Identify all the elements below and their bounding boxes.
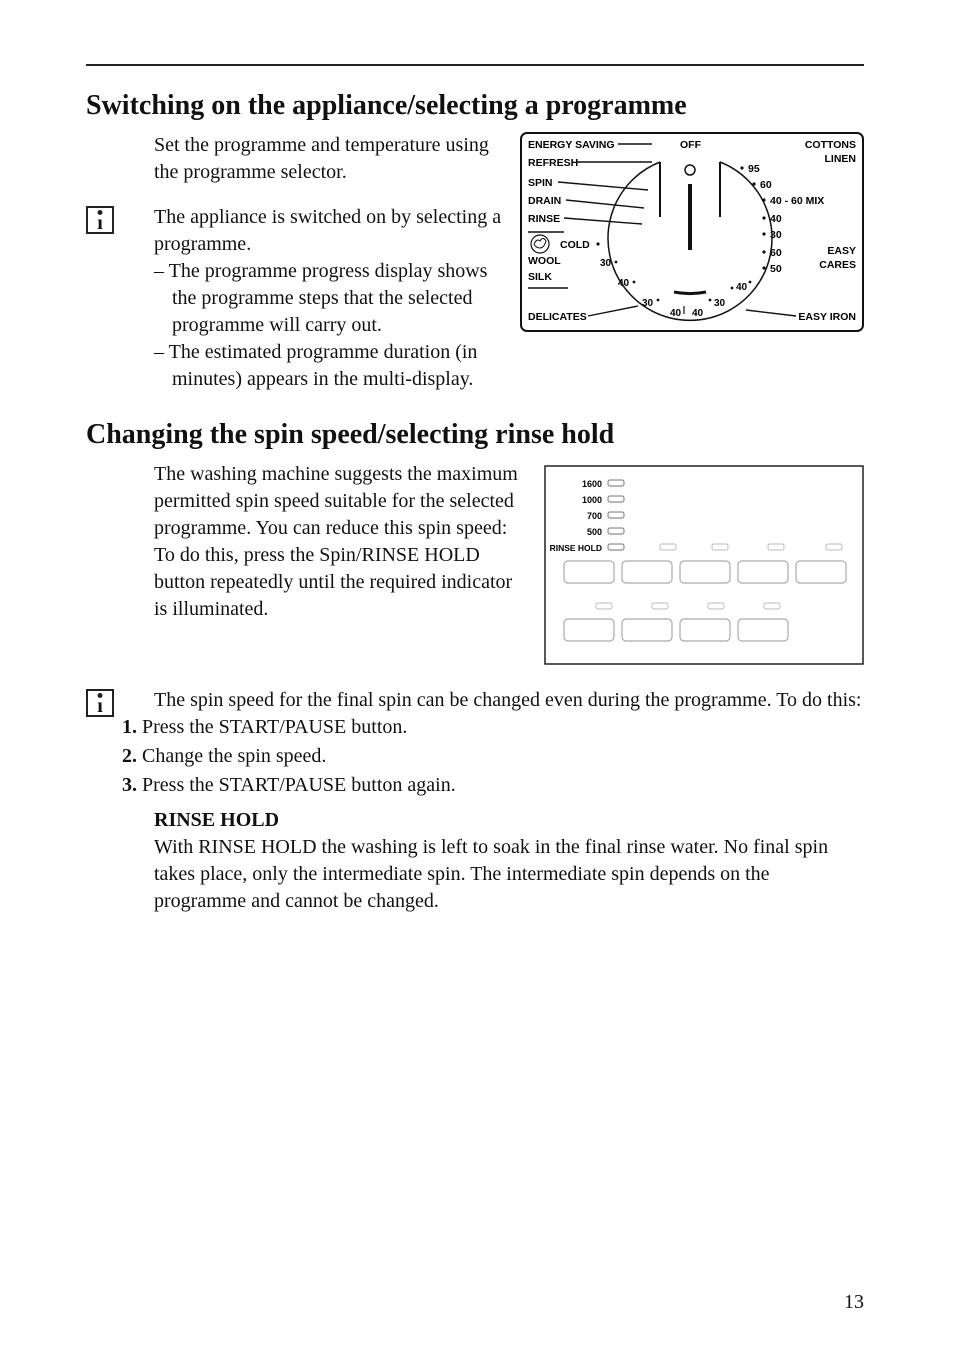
rinse-hold-heading: RINSE HOLD <box>154 807 864 834</box>
info-icon: ı <box>86 206 114 234</box>
section1-info-para: The appliance is switched on by selectin… <box>154 204 864 258</box>
panel-button <box>564 619 614 641</box>
step-2: 2. Change the spin speed. <box>122 743 864 770</box>
sel-arc-40d: 40 <box>736 282 748 293</box>
sel-arc-30a: 30 <box>600 258 612 269</box>
sel-60a: 60 <box>760 179 772 191</box>
sel-linen: LINEN <box>825 153 857 165</box>
info-icon: ı <box>86 689 114 717</box>
step-1: 1. Press the START/PAUSE button. <box>122 714 864 741</box>
panel-button <box>622 561 672 583</box>
panel-button <box>738 619 788 641</box>
section1-bullet-2: The estimated programme duration (in min… <box>172 339 864 393</box>
section1-body: ENERGY SAVING REFRESH SPIN DRAIN RINSE C… <box>154 132 864 393</box>
sel-delicates: DELICATES <box>528 311 587 323</box>
section2-title: Changing the spin speed/selecting rinse … <box>86 419 864 451</box>
section1-title: Switching on the appliance/selecting a p… <box>86 90 864 122</box>
sel-95: 95 <box>748 163 760 175</box>
spin-rinse-hold: RINSE HOLD <box>550 543 602 553</box>
panel-button <box>738 561 788 583</box>
spin-1600: 1600 <box>582 479 602 489</box>
step-2-text: Change the spin speed. <box>142 745 326 767</box>
sel-cottons: COTTONS <box>805 139 856 151</box>
sel-arc-40c: 40 <box>692 308 704 319</box>
spin-1000: 1000 <box>582 495 602 505</box>
rinse-hold-body: With RINSE HOLD the washing is left to s… <box>154 834 864 915</box>
spin-panel-svg: 1600 1000 700 500 RINSE HOLD <box>544 465 864 665</box>
page-top-rule <box>86 64 864 66</box>
step-1-text: Press the START/PAUSE button. <box>142 716 407 738</box>
panel-button <box>680 561 730 583</box>
sel-spin: SPIN <box>528 177 553 189</box>
step-3: 3. Press the START/PAUSE button again. <box>122 772 864 799</box>
sel-refresh: REFRESH <box>528 157 578 169</box>
section2-info-para: The spin speed for the final spin can be… <box>154 687 864 714</box>
sel-50: 50 <box>770 263 782 275</box>
spin-700: 700 <box>587 511 602 521</box>
sel-silk: SILK <box>528 271 552 283</box>
sel-off: OFF <box>680 139 702 151</box>
spin-500: 500 <box>587 527 602 537</box>
section2-body: 1600 1000 700 500 RINSE HOLD <box>154 461 864 915</box>
section2-steps: 1. Press the START/PAUSE button. 2. Chan… <box>122 714 864 799</box>
panel-button <box>680 619 730 641</box>
page-content: Switching on the appliance/selecting a p… <box>86 76 864 915</box>
sel-easyiron: EASY IRON <box>798 311 856 323</box>
panel-button <box>564 561 614 583</box>
sel-arc-30c: 30 <box>714 298 726 309</box>
sel-arc-40b: 40 <box>670 308 682 319</box>
sel-energy-saving: ENERGY SAVING <box>528 139 615 151</box>
sel-arc-30b: 30 <box>642 298 654 309</box>
panel-button <box>796 561 846 583</box>
page-number: 13 <box>844 1291 864 1314</box>
spin-panel-figure: 1600 1000 700 500 RINSE HOLD <box>544 465 864 673</box>
panel-button <box>622 619 672 641</box>
step-3-text: Press the START/PAUSE button again. <box>142 774 456 796</box>
sel-cares: CARES <box>819 259 856 271</box>
